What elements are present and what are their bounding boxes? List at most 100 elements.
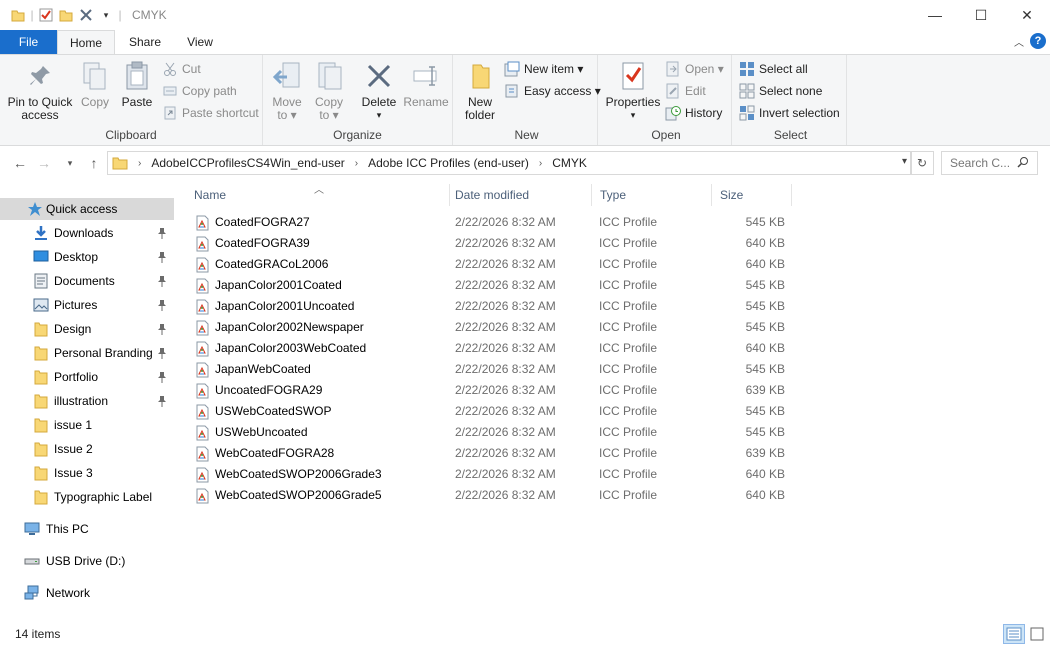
delete-button[interactable]: Delete ▾ bbox=[359, 59, 399, 122]
paste-button[interactable]: Paste bbox=[118, 59, 156, 109]
column-header-name[interactable]: Name ︿ bbox=[186, 184, 450, 206]
invert-selection-button[interactable]: Invert selection bbox=[739, 103, 840, 123]
tab-share[interactable]: Share bbox=[118, 30, 172, 54]
nav-network[interactable]: Network bbox=[0, 582, 174, 604]
file-type: ICC Profile bbox=[599, 383, 658, 397]
open-button[interactable]: Open ▾ bbox=[665, 59, 724, 79]
history-button[interactable]: History bbox=[665, 103, 722, 123]
cut-button[interactable]: Cut bbox=[162, 59, 201, 79]
sidebar-item-issue-3[interactable]: Issue 3 bbox=[0, 462, 174, 484]
details-view-button[interactable] bbox=[1003, 624, 1025, 644]
sidebar-item-illustration[interactable]: illustration bbox=[0, 390, 174, 412]
new-folder-button[interactable]: New folder bbox=[460, 59, 500, 122]
large-icons-view-button[interactable] bbox=[1026, 624, 1048, 644]
column-header-type[interactable]: Type bbox=[592, 184, 712, 206]
tab-home[interactable]: Home bbox=[57, 30, 115, 55]
forward-arrow-icon[interactable]: → bbox=[34, 153, 54, 173]
pin-icon[interactable] bbox=[156, 346, 168, 360]
search-input[interactable]: Search C... bbox=[941, 151, 1038, 175]
properties-check-icon[interactable] bbox=[36, 6, 56, 24]
tab-view[interactable]: View bbox=[175, 30, 225, 54]
maximize-button[interactable]: ☐ bbox=[958, 0, 1004, 30]
sidebar-item-design[interactable]: Design bbox=[0, 318, 174, 340]
table-row[interactable]: CoatedGRACoL2006 2/22/2026 8:32 AM ICC Pro… bbox=[192, 254, 790, 275]
pin-icon[interactable] bbox=[156, 274, 168, 288]
refresh-button[interactable]: ↻ bbox=[910, 151, 934, 175]
table-row[interactable]: USWebCoatedSWOP 2/22/2026 8:32 AM ICC Prof… bbox=[192, 401, 790, 422]
pin-icon[interactable] bbox=[156, 370, 168, 384]
sidebar-item-portfolio[interactable]: Portfolio bbox=[0, 366, 174, 388]
clipboard-group-label: Clipboard bbox=[105, 128, 157, 142]
new-folder-icon[interactable] bbox=[56, 6, 76, 24]
paste-shortcut-button[interactable]: Paste shortcut bbox=[162, 103, 259, 123]
pin-icon[interactable] bbox=[156, 322, 168, 336]
sidebar-item-issue-2[interactable]: Issue 2 bbox=[0, 438, 174, 460]
select-none-button[interactable]: Select none bbox=[739, 81, 822, 101]
sidebar-item-issue-1[interactable]: issue 1 bbox=[0, 414, 174, 436]
pin-icon[interactable] bbox=[156, 298, 168, 312]
table-row[interactable]: UncoatedFOGRA29 2/22/2026 8:32 AM ICC Prof… bbox=[192, 380, 790, 401]
table-row[interactable]: JapanColor2001Coated 2/22/2026 8:32 AM ICC… bbox=[192, 275, 790, 296]
minimize-button[interactable]: — bbox=[912, 0, 958, 30]
breadcrumb-separator-icon: › bbox=[354, 157, 359, 169]
column-header-date[interactable]: Date modified bbox=[447, 184, 592, 206]
table-row[interactable]: CoatedFOGRA39 2/22/2026 8:32 AM ICC Profil… bbox=[192, 233, 790, 254]
table-row[interactable]: JapanWebCoated 2/22/2026 8:32 AM ICC Profi… bbox=[192, 359, 790, 380]
address-bar[interactable]: › AdobeICCProfilesCS4Win_end-user › Adob… bbox=[107, 151, 912, 175]
sidebar-item-pictures[interactable]: Pictures bbox=[0, 294, 174, 316]
table-row[interactable]: JapanColor2002Newspaper 2/22/2026 8:32 AM… bbox=[192, 317, 790, 338]
sidebar-item-downloads[interactable]: Downloads bbox=[0, 222, 174, 244]
table-row[interactable]: JapanColor2001Uncoated 2/22/2026 8:32 AM I… bbox=[192, 296, 790, 317]
table-row[interactable]: USWebUncoated 2/22/2026 8:32 AM ICC Profil… bbox=[192, 422, 790, 443]
table-row[interactable]: WebCoatedSWOP2006Grade3 2/22/2026 8:32 AM… bbox=[192, 464, 790, 485]
customize-qat-icon[interactable]: ▾ bbox=[96, 6, 116, 24]
open-icon bbox=[665, 61, 681, 77]
copy-path-icon bbox=[162, 83, 178, 99]
edit-button[interactable]: Edit bbox=[665, 81, 706, 101]
tab-file[interactable]: File bbox=[0, 30, 57, 54]
pin-icon bbox=[24, 59, 56, 93]
sidebar-item-desktop[interactable]: Desktop bbox=[0, 246, 174, 268]
nav-quick-access[interactable]: Quick access bbox=[0, 198, 174, 220]
table-row[interactable]: CoatedFOGRA27 2/22/2026 8:32 AM ICC Profil… bbox=[192, 212, 790, 233]
table-row[interactable]: JapanColor2003WebCoated 2/22/2026 8:32 AM… bbox=[192, 338, 790, 359]
pin-icon[interactable] bbox=[156, 226, 168, 240]
table-row[interactable]: WebCoatedSWOP2006Grade5 2/22/2026 8:32 AM… bbox=[192, 485, 790, 506]
address-dropdown-icon[interactable]: ▾ bbox=[902, 156, 907, 167]
move-to-button[interactable]: Move to ▾ bbox=[269, 59, 305, 122]
chevron-up-icon[interactable]: ︿ bbox=[1014, 34, 1024, 49]
up-arrow-icon[interactable]: ↑ bbox=[84, 153, 104, 173]
recent-locations-icon[interactable]: ▾ bbox=[60, 153, 80, 173]
rename-button[interactable]: Rename bbox=[403, 59, 449, 109]
properties-button[interactable]: Properties ▾ bbox=[603, 59, 663, 122]
help-button[interactable]: ? bbox=[1030, 33, 1046, 49]
copy-button[interactable]: Copy bbox=[78, 59, 112, 109]
easy-access-button[interactable]: Easy access ▾ bbox=[504, 81, 601, 101]
cut-label: Cut bbox=[182, 62, 201, 76]
close-button[interactable]: ✕ bbox=[1004, 0, 1050, 30]
copy-to-button[interactable]: Copy to ▾ bbox=[311, 59, 347, 122]
pin-quick-access-button[interactable]: Pin to Quick access bbox=[6, 59, 74, 122]
delete-x-icon[interactable] bbox=[76, 6, 96, 24]
column-header-size[interactable]: Size bbox=[712, 184, 792, 206]
pin-icon[interactable] bbox=[156, 394, 168, 408]
icc-profile-icon bbox=[196, 257, 209, 273]
file-date: 2/22/2026 8:32 AM bbox=[455, 404, 556, 418]
back-arrow-icon[interactable]: ← bbox=[10, 153, 30, 173]
nav-usb-drive[interactable]: USB Drive (D:) bbox=[0, 550, 174, 572]
new-item-button[interactable]: New item ▾ bbox=[504, 59, 583, 79]
sidebar-item-personal-branding[interactable]: Personal Branding bbox=[0, 342, 174, 364]
table-row[interactable]: WebCoatedFOGRA28 2/22/2026 8:32 AM ICC Pro… bbox=[192, 443, 790, 464]
file-date: 2/22/2026 8:32 AM bbox=[455, 425, 556, 439]
breadcrumb-item[interactable]: CMYK bbox=[552, 156, 587, 170]
breadcrumb-item[interactable]: Adobe ICC Profiles (end-user) bbox=[368, 156, 529, 170]
ribbon: Pin to Quick access Copy Paste Cut Copy … bbox=[0, 54, 1050, 146]
nav-this-pc[interactable]: This PC bbox=[0, 518, 174, 540]
select-all-button[interactable]: Select all bbox=[739, 59, 808, 79]
sidebar-item-documents[interactable]: Documents bbox=[0, 270, 174, 292]
copy-path-button[interactable]: Copy path bbox=[162, 81, 237, 101]
file-size: 640 KB bbox=[745, 257, 785, 271]
pin-icon[interactable] bbox=[156, 250, 168, 264]
sidebar-item-typographic-label[interactable]: Typographic Label bbox=[0, 486, 174, 508]
breadcrumb-item[interactable]: AdobeICCProfilesCS4Win_end-user bbox=[151, 156, 344, 170]
